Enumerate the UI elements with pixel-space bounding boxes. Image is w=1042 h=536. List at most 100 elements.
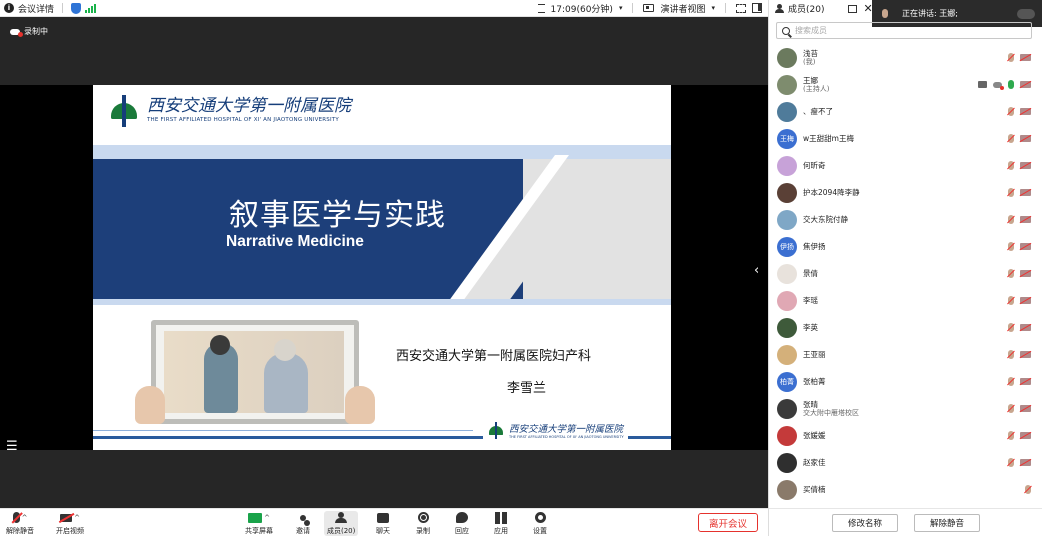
unmute-all-button[interactable]: 解除静音 — [914, 513, 980, 532]
chevron-up-icon[interactable]: ^ — [22, 514, 28, 522]
member-name-block: 李英 — [803, 323, 818, 332]
member-row[interactable]: 何昕奇 — [769, 152, 1042, 179]
mic-muted-icon[interactable] — [1008, 431, 1014, 440]
search-icon — [782, 26, 790, 35]
view-mode-button[interactable]: 演讲者视图 — [660, 2, 705, 15]
mic-muted-icon[interactable] — [1008, 107, 1014, 116]
chevron-up-icon[interactable]: ^ — [264, 514, 270, 522]
mic-muted-icon[interactable] — [1008, 404, 1014, 413]
view-chevron-down-icon[interactable]: ▾ — [711, 4, 715, 12]
popout-icon[interactable] — [848, 4, 858, 13]
slide-author: 李雪兰 — [507, 381, 547, 396]
video-off-icon[interactable] — [1020, 108, 1031, 115]
reactions-button[interactable]: 回应 — [455, 511, 469, 536]
member-row[interactable]: 王亚丽 — [769, 341, 1042, 368]
recording-indicator[interactable]: 录制中 — [10, 26, 48, 37]
member-row[interactable]: 王娜 (主持人) — [769, 71, 1042, 98]
list-menu-icon[interactable]: ☰ — [6, 439, 18, 454]
apps-button[interactable]: 应用 — [494, 511, 508, 536]
mic-muted-icon[interactable] — [1025, 485, 1031, 494]
video-off-icon[interactable] — [1020, 135, 1031, 142]
avatar — [777, 263, 797, 284]
video-off-icon[interactable] — [1020, 432, 1031, 439]
mic-muted-icon[interactable] — [1008, 161, 1014, 170]
member-row[interactable]: 王梅 w王甜甜m王梅 — [769, 125, 1042, 152]
info-icon[interactable]: i — [4, 3, 14, 13]
member-name-block: 李瑶 — [803, 296, 818, 305]
video-off-icon[interactable] — [1020, 405, 1031, 412]
mic-muted-icon[interactable] — [1008, 350, 1014, 359]
settings-button[interactable]: 设置 — [533, 511, 547, 536]
member-status-icons — [1008, 188, 1031, 197]
mic-on-icon[interactable] — [1008, 80, 1014, 89]
member-row[interactable]: 张晴 交大附中雁塔校区 — [769, 395, 1042, 422]
chat-button[interactable]: 聊天 — [376, 511, 390, 536]
chevron-up-icon[interactable]: ^ — [74, 514, 80, 522]
member-row[interactable]: 赵家佳 — [769, 449, 1042, 476]
member-row[interactable]: 浅苔 (我) — [769, 44, 1042, 71]
member-row[interactable]: 李瑶 — [769, 287, 1042, 314]
meeting-details-link[interactable]: 会议详情 — [18, 2, 54, 15]
invite-button[interactable]: 邀请 — [296, 511, 310, 536]
meeting-timer[interactable]: 17:09(60分钟) — [551, 2, 613, 15]
member-status-icons — [1025, 485, 1031, 494]
mic-muted-icon[interactable] — [1008, 296, 1014, 305]
video-off-icon[interactable] — [1020, 243, 1031, 250]
unmute-button[interactable]: ^ 解除静音 — [6, 511, 34, 536]
video-off-icon[interactable] — [1020, 324, 1031, 331]
hourglass-icon — [537, 3, 545, 13]
collapse-panel-chevron-icon[interactable]: ‹ — [754, 263, 759, 278]
video-off-icon[interactable] — [1020, 81, 1031, 88]
share-screen-button[interactable]: ^ 共享屏幕 — [245, 511, 273, 536]
hospital-logo: 西安交通大学第一附属医院 THE FIRST AFFILIATED HOSPIT… — [107, 93, 351, 127]
member-name-block: 何昕奇 — [803, 161, 826, 170]
members-button[interactable]: 成员(20) — [324, 511, 359, 536]
mic-muted-icon[interactable] — [1008, 323, 1014, 332]
video-off-icon[interactable] — [1020, 54, 1031, 61]
speaker-view-icon[interactable] — [643, 4, 655, 12]
mic-muted-icon[interactable] — [1008, 53, 1014, 62]
unmute-label: 解除静音 — [6, 527, 34, 535]
video-off-icon[interactable] — [1020, 216, 1031, 223]
mic-muted-icon[interactable] — [1008, 188, 1014, 197]
members-tab[interactable]: 成员(20) — [788, 2, 824, 15]
member-row[interactable]: 李英 — [769, 314, 1042, 341]
member-row[interactable]: 景倩 — [769, 260, 1042, 287]
video-off-icon[interactable] — [1020, 297, 1031, 304]
mic-muted-icon[interactable] — [1008, 134, 1014, 143]
member-status-icons — [1008, 161, 1031, 170]
member-search-input[interactable] — [795, 26, 995, 35]
mic-muted-icon[interactable] — [1008, 215, 1014, 224]
member-row[interactable]: 伊扬 焦伊扬 — [769, 233, 1042, 260]
fullscreen-icon[interactable] — [736, 3, 746, 13]
member-row[interactable]: 交大东院付静 — [769, 206, 1042, 233]
record-button[interactable]: 录制 — [416, 511, 430, 536]
member-search-box[interactable] — [776, 22, 1032, 39]
video-off-icon[interactable] — [1020, 189, 1031, 196]
video-off-icon[interactable] — [1020, 162, 1031, 169]
member-row[interactable]: 柏菁 张柏菁 — [769, 368, 1042, 395]
start-video-button[interactable]: ^ 开启视频 — [56, 511, 84, 536]
mic-muted-icon[interactable] — [1008, 377, 1014, 386]
mic-muted-icon[interactable] — [1008, 269, 1014, 278]
member-row[interactable]: 、瘦不了 — [769, 98, 1042, 125]
rename-button[interactable]: 修改名称 — [832, 513, 898, 532]
leave-meeting-button[interactable]: 离开会议 — [698, 513, 758, 532]
invite-user-icon — [300, 514, 306, 521]
video-off-icon[interactable] — [1020, 270, 1031, 277]
video-off-icon[interactable] — [1020, 351, 1031, 358]
split-view-icon[interactable] — [752, 3, 762, 13]
signal-strength-icon[interactable] — [85, 3, 97, 13]
mic-muted-icon[interactable] — [1008, 242, 1014, 251]
video-off-icon[interactable] — [1020, 459, 1031, 466]
member-row[interactable]: 张媛媛 — [769, 422, 1042, 449]
member-row[interactable]: 买倩楠 — [769, 476, 1042, 503]
member-status-icons — [1008, 350, 1031, 359]
avatar — [777, 425, 797, 446]
timer-chevron-down-icon[interactable]: ▾ — [619, 4, 623, 12]
video-off-icon[interactable] — [1020, 378, 1031, 385]
security-shield-icon[interactable] — [71, 2, 82, 14]
member-row[interactable]: 护本2094降李静 — [769, 179, 1042, 206]
mic-muted-icon[interactable] — [1008, 458, 1014, 467]
share-screen-label: 共享屏幕 — [245, 527, 273, 535]
